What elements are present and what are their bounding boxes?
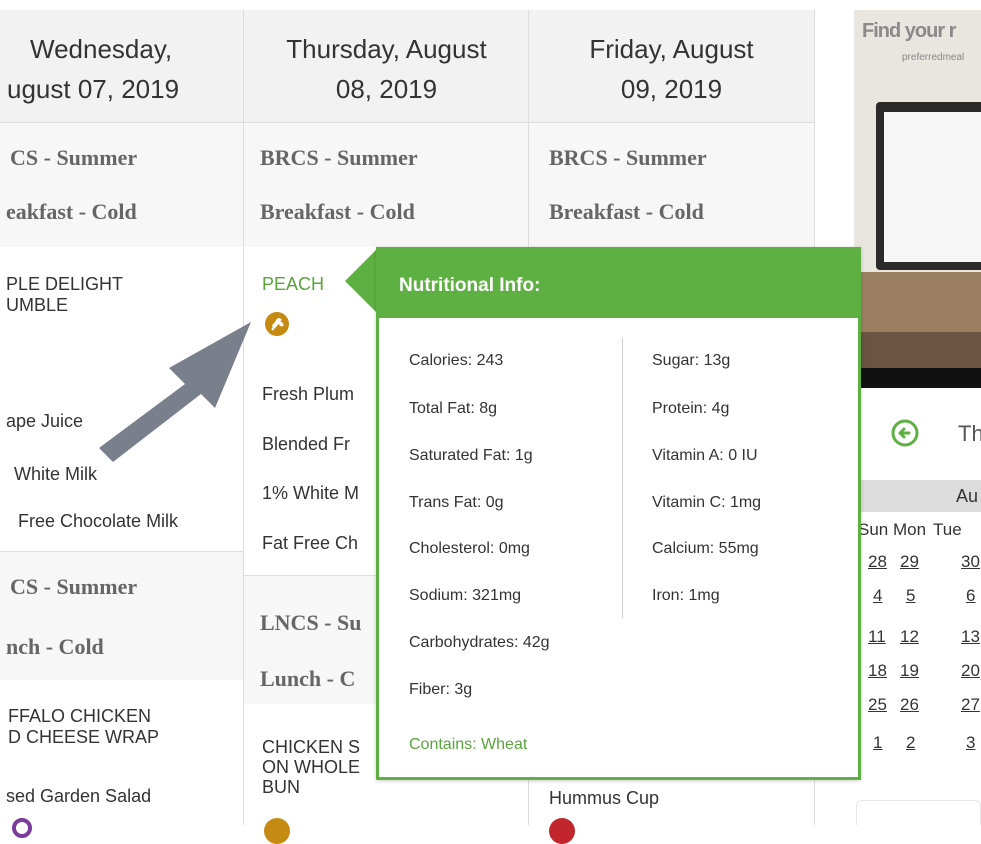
weekday-tue: Tue — [933, 520, 962, 539]
day-heading-line1: Wednesday, — [30, 34, 173, 64]
calendar-day[interactable]: 19 — [900, 661, 919, 681]
calendar-day[interactable]: 29 — [900, 552, 919, 572]
service-type: Lunch - C — [260, 666, 356, 691]
service-type: eakfast - Cold — [6, 199, 137, 224]
calendar-day[interactable]: 30 — [961, 552, 980, 572]
menu-item[interactable]: White Milk — [14, 464, 97, 485]
nutrient-protein: Protein: 4g — [652, 400, 730, 417]
calendar-day[interactable]: 6 — [966, 586, 975, 606]
menu-item[interactable]: Fat Free Ch — [262, 533, 358, 554]
calendar-month-bar: Au — [856, 480, 981, 512]
tooltip-pointer — [345, 247, 379, 315]
calendar-day[interactable]: 20 — [961, 661, 980, 681]
menu-item[interactable]: sed Garden Salad — [6, 786, 151, 807]
day-heading-line1: Thursday, August — [286, 34, 487, 64]
day-heading-line1: Friday, August — [589, 34, 754, 64]
menu-item-lunch-main[interactable]: FFALO CHICKEN D CHEESE WRAP — [8, 706, 159, 748]
promo-headline: Find your r — [862, 20, 956, 42]
service-type: Breakfast - Cold — [260, 199, 415, 224]
nutrient-calcium: Calcium: 55mg — [652, 540, 759, 557]
back-arrow-icon[interactable] — [890, 418, 920, 448]
service-type: nch - Cold — [6, 634, 104, 659]
nutrient-sodium: Sodium: 321mg — [409, 587, 522, 604]
calendar-day[interactable]: 28 — [868, 552, 887, 572]
menu-item[interactable]: Free Chocolate Milk — [18, 511, 178, 532]
laptop-image — [876, 102, 981, 270]
menu-item[interactable]: Blended Fr — [262, 434, 350, 455]
pointer-arrow-annotation — [95, 312, 265, 462]
allergen-icon — [549, 818, 575, 844]
service-header-lunch: CS - Summer nch - Cold — [0, 551, 243, 680]
nutrient-sugar: Sugar: 13g — [652, 352, 731, 369]
menu-item-line: CHICKEN S — [262, 737, 361, 757]
menu-item-peach[interactable]: PEACH — [262, 274, 324, 295]
service-name: CS - Summer — [10, 574, 138, 599]
calendar-day[interactable]: 18 — [868, 661, 887, 681]
allergen-contains: Contains: Wheat — [409, 736, 528, 753]
weekday-sun: Sun — [858, 520, 889, 539]
calendar-day[interactable]: 13 — [961, 627, 980, 647]
menu-item[interactable]: Hummus Cup — [549, 788, 659, 809]
nutrition-tooltip: Nutritional Info: Calories: 243 Total Fa… — [376, 247, 861, 780]
nutrient-trans-fat: Trans Fat: 0g — [409, 494, 504, 511]
menu-item-line: PLE DELIGHT — [6, 274, 124, 294]
service-name: BRCS - Summer — [549, 145, 707, 170]
service-name: CS - Summer — [10, 145, 138, 170]
calendar-day[interactable]: 1 — [873, 733, 882, 753]
service-header-breakfast: BRCS - Summer Breakfast - Cold — [244, 123, 529, 247]
day-heading-friday: Friday, August 09, 2019 — [529, 10, 814, 123]
service-name: LNCS - Su — [260, 610, 362, 635]
nutrient-total-fat: Total Fat: 8g — [409, 400, 498, 417]
nutrient-cholesterol: Cholesterol: 0mg — [409, 540, 530, 557]
day-heading-wednesday: Wednesday, ugust 07, 2019 — [0, 10, 243, 123]
allergen-icon — [12, 818, 32, 838]
nutrient-carbohydrates: Carbohydrates: 42g — [409, 634, 550, 651]
menu-item-main[interactable]: PLE DELIGHT UMBLE — [6, 274, 123, 316]
menu-item-line: FFALO CHICKEN — [8, 706, 152, 726]
service-type: Breakfast - Cold — [549, 199, 704, 224]
calendar-month-label: Au — [956, 486, 979, 506]
tooltip-title: Nutritional Info: — [399, 275, 541, 296]
tooltip-divider — [622, 338, 623, 618]
calendar-day[interactable]: 5 — [906, 586, 915, 606]
menu-item-line: ON WHOLE — [262, 757, 361, 777]
weekday-mon: Mon — [893, 520, 927, 539]
calendar-day[interactable]: 27 — [961, 695, 980, 715]
menu-item[interactable]: Fresh Plum — [262, 384, 354, 405]
menu-item[interactable]: ape Juice — [6, 411, 83, 432]
calendar-title: Th — [958, 421, 981, 446]
side-panel-box — [856, 800, 981, 825]
wheat-allergen-icon — [264, 818, 290, 844]
day-heading-thursday: Thursday, August 08, 2019 — [244, 10, 529, 123]
day-heading-line2: 08, 2019 — [335, 74, 438, 104]
day-heading-line2: 09, 2019 — [620, 74, 723, 104]
day-heading-line2: ugust 07, 2019 — [7, 74, 180, 104]
tooltip-header: Nutritional Info: — [379, 250, 858, 318]
service-name: BRCS - Summer — [260, 145, 418, 170]
menu-item[interactable]: 1% White M — [262, 483, 359, 504]
calendar-day[interactable]: 4 — [873, 586, 882, 606]
calendar-day[interactable]: 26 — [900, 695, 919, 715]
calendar-day[interactable]: 12 — [900, 627, 919, 647]
service-header-breakfast: BRCS - Summer Breakfast - Cold — [529, 123, 814, 247]
nutrient-calories: Calories: 243 — [409, 352, 504, 369]
calendar-day[interactable]: 11 — [868, 627, 886, 647]
calendar-day[interactable]: 2 — [906, 733, 915, 753]
menu-item-lunch-main[interactable]: CHICKEN S ON WHOLE BUN — [262, 737, 360, 797]
promo-url: preferredmeal — [902, 52, 965, 63]
nutrient-vitamin-a: Vitamin A: 0 IU — [652, 447, 758, 464]
nutrient-iron: Iron: 1mg — [652, 587, 720, 604]
calendar-day[interactable]: 25 — [868, 695, 887, 715]
nutrient-fiber: Fiber: 3g — [409, 681, 473, 698]
promo-banner[interactable]: Find your r preferredmeal — [854, 10, 981, 388]
nutrient-saturated-fat: Saturated Fat: 1g — [409, 447, 533, 464]
laptop-base — [854, 272, 981, 332]
nutrient-vitamin-c: Vitamin C: 1mg — [652, 494, 762, 511]
menu-item-line: D CHEESE WRAP — [8, 727, 160, 747]
menu-item-line: BUN — [262, 777, 301, 797]
service-header-breakfast: CS - Summer eakfast - Cold — [0, 123, 243, 247]
calendar-day[interactable]: 3 — [966, 733, 975, 753]
wheat-allergen-icon — [264, 311, 290, 337]
